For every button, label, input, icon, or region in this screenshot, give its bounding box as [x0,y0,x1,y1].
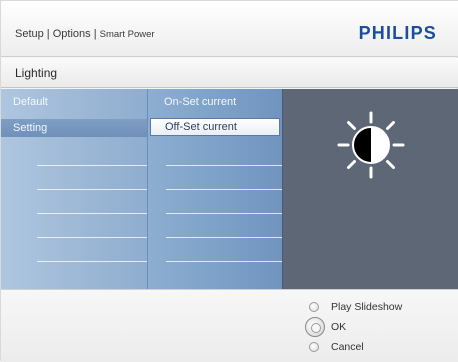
divider [37,261,147,262]
divider [166,213,282,214]
list-item-label: Setting [13,122,48,134]
options-list-panel: On-Set current Off-Set current [148,89,283,289]
preview-panel [283,89,458,289]
divider [37,165,147,166]
list-item-off-set-current[interactable]: Off-Set current [150,118,280,136]
divider [166,261,282,262]
settings-list-panel: Default Setting [1,89,148,289]
divider [166,237,282,238]
ok-button-icon [305,317,325,337]
breadcrumb-separator: | [43,28,53,40]
brightness-half-sun-icon [333,107,409,183]
breadcrumb-setup[interactable]: Setup [15,28,44,40]
list-item-on-set-current[interactable]: On-Set current [148,93,282,111]
list-item-label: On-Set current [164,96,237,108]
app-window: Setup | Options | Smart Power PHILIPS Li… [0,0,458,362]
list-item-label: Default [13,96,48,108]
breadcrumb-separator: | [90,28,100,40]
divider [166,165,282,166]
divider [37,213,147,214]
play-slideshow-label: Play Slideshow [331,301,403,313]
list-item-default[interactable]: Default [1,93,147,111]
brand-logo: PHILIPS [358,23,437,43]
footer: Play Slideshow OK Cancel [1,289,458,362]
list-item-label: Off-Set current [165,121,237,133]
radio-icon [309,302,319,312]
divider [166,189,282,190]
cancel-label: Cancel [331,341,364,353]
breadcrumb-smart-power: Smart Power [99,29,155,40]
breadcrumb: Setup | Options | Smart Power [15,28,155,40]
radio-icon [309,342,319,352]
header: Setup | Options | Smart Power PHILIPS [1,1,458,57]
page-title: Lighting [15,66,58,80]
breadcrumb-options[interactable]: Options [53,28,91,40]
divider [37,189,147,190]
divider [37,237,147,238]
list-item-setting[interactable]: Setting [1,119,147,137]
title-bar: Lighting [1,58,458,88]
ok-label: OK [331,321,347,333]
